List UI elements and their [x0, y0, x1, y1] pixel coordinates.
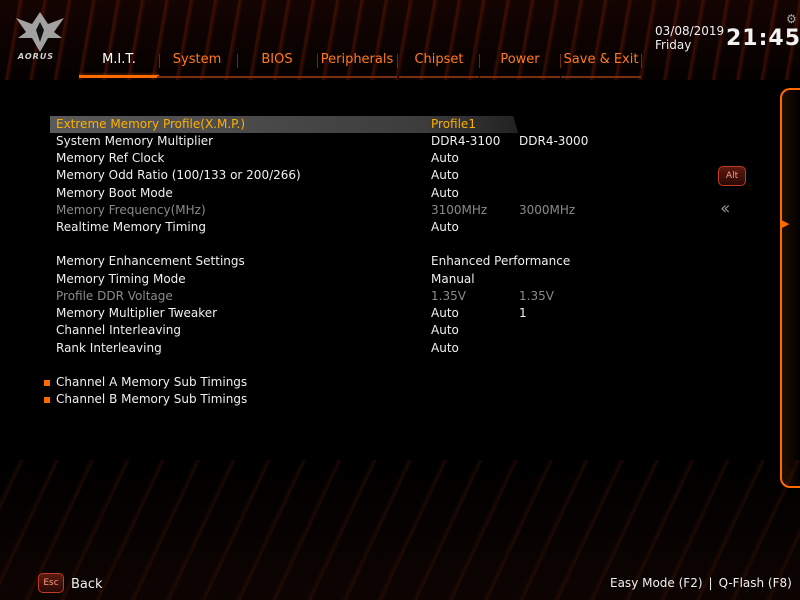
setting-value: 1.35V	[431, 289, 466, 303]
gear-icon[interactable]: ⚙	[786, 12, 797, 26]
setting-row-memory-timing-mode[interactable]: Memory Timing Mode Manual	[56, 271, 516, 288]
setting-label: Memory Timing Mode	[56, 272, 186, 286]
tab-bios[interactable]: BIOS	[237, 50, 318, 78]
date-display: 03/08/2019 Friday	[655, 24, 724, 52]
setting-row-memory-frequency: Memory Frequency(MHz) 3100MHz 3000MHz	[56, 202, 575, 219]
setting-label: Memory Multiplier Tweaker	[56, 306, 218, 320]
submenu-label: Channel B Memory Sub Timings	[56, 392, 248, 406]
esc-key-button[interactable]: Esc	[38, 573, 64, 593]
setting-label: Memory Odd Ratio (100/133 or 200/266)	[56, 168, 301, 182]
tab-save-exit[interactable]: Save & Exit	[561, 50, 642, 78]
setting-label: Extreme Memory Profile(X.M.P.)	[56, 117, 246, 131]
setting-row-xmp[interactable]: Extreme Memory Profile(X.M.P.) Profile1	[50, 116, 518, 133]
setting-value: Auto	[431, 323, 459, 337]
setting-row-memory-boot-mode[interactable]: Memory Boot Mode Auto	[56, 185, 516, 202]
setting-current-value: 1.35V	[519, 289, 554, 303]
side-panel-arrow-icon[interactable]: ▶	[781, 217, 789, 230]
setting-row-memory-multiplier-tweaker[interactable]: Memory Multiplier Tweaker Auto 1	[56, 305, 527, 322]
setting-label: Memory Enhancement Settings	[56, 254, 245, 268]
setting-current-value: 1	[519, 306, 527, 320]
easy-mode-link[interactable]: Easy Mode (F2)	[610, 576, 703, 590]
setting-value: Auto	[431, 306, 459, 320]
footer-separator: |	[708, 576, 713, 590]
qflash-link[interactable]: Q-Flash (F8)	[719, 576, 792, 590]
day-text: Friday	[655, 38, 692, 52]
setting-row-memory-ref-clock[interactable]: Memory Ref Clock Auto	[56, 150, 516, 167]
setting-label: Memory Ref Clock	[56, 151, 165, 165]
back-label[interactable]: Back	[71, 577, 103, 592]
setting-value: Auto	[431, 186, 459, 200]
setting-row-realtime-memory-timing[interactable]: Realtime Memory Timing Auto	[56, 219, 516, 236]
setting-value: Enhanced Performance	[431, 254, 571, 268]
setting-current-value: 3000MHz	[519, 203, 576, 217]
alt-key-button[interactable]: Alt	[718, 166, 746, 186]
side-panel-tab[interactable]	[780, 88, 800, 488]
setting-row-channel-interleaving[interactable]: Channel Interleaving Auto	[56, 322, 516, 339]
setting-label: Memory Frequency(MHz)	[56, 203, 206, 217]
setting-value: Auto	[431, 220, 459, 234]
submenu-channel-a-timings[interactable]: Channel A Memory Sub Timings	[56, 374, 516, 391]
setting-label: Rank Interleaving	[56, 341, 162, 355]
setting-value: 3100MHz	[431, 203, 488, 217]
setting-label: System Memory Multiplier	[56, 134, 214, 148]
tab-system[interactable]: System	[157, 50, 238, 78]
setting-value: Profile1	[431, 117, 476, 131]
setting-label: Profile DDR Voltage	[56, 289, 173, 303]
setting-label: Channel Interleaving	[56, 323, 181, 337]
setting-value: Auto	[431, 168, 459, 182]
setting-row-memory-multiplier[interactable]: System Memory Multiplier DDR4-3100 DDR4-…	[56, 133, 588, 150]
double-chevron-left-icon[interactable]: ‹‹	[720, 198, 731, 219]
setting-value: Manual	[431, 272, 475, 286]
setting-row-memory-odd-ratio[interactable]: Memory Odd Ratio (100/133 or 200/266) Au…	[56, 167, 516, 184]
setting-row-memory-enhancement[interactable]: Memory Enhancement Settings Enhanced Per…	[56, 253, 570, 270]
submenu-label: Channel A Memory Sub Timings	[56, 375, 248, 389]
tab-power[interactable]: Power	[480, 50, 561, 78]
clock-display: 21:45	[726, 26, 800, 51]
tab-mit[interactable]: M.I.T.	[79, 50, 160, 78]
setting-row-profile-ddr-voltage: Profile DDR Voltage 1.35V 1.35V	[56, 288, 554, 305]
setting-value: DDR4-3100	[431, 134, 501, 148]
tab-peripherals[interactable]: Peripherals	[317, 50, 398, 78]
submenu-channel-b-timings[interactable]: Channel B Memory Sub Timings	[56, 391, 516, 408]
footer-shortcuts: Easy Mode (F2) | Q-Flash (F8)	[610, 576, 792, 590]
tab-chipset[interactable]: Chipset	[399, 50, 480, 78]
setting-value: Auto	[431, 151, 459, 165]
setting-current-value: DDR4-3000	[519, 134, 589, 148]
submenu-bullet-icon	[44, 397, 50, 403]
date-text: 03/08/2019	[655, 24, 725, 38]
brand-logo-text: AORUS	[17, 52, 55, 61]
setting-row-rank-interleaving[interactable]: Rank Interleaving Auto	[56, 340, 516, 357]
submenu-bullet-icon	[44, 380, 50, 386]
setting-value: Auto	[431, 341, 459, 355]
setting-label: Realtime Memory Timing	[56, 220, 206, 234]
setting-label: Memory Boot Mode	[56, 186, 173, 200]
